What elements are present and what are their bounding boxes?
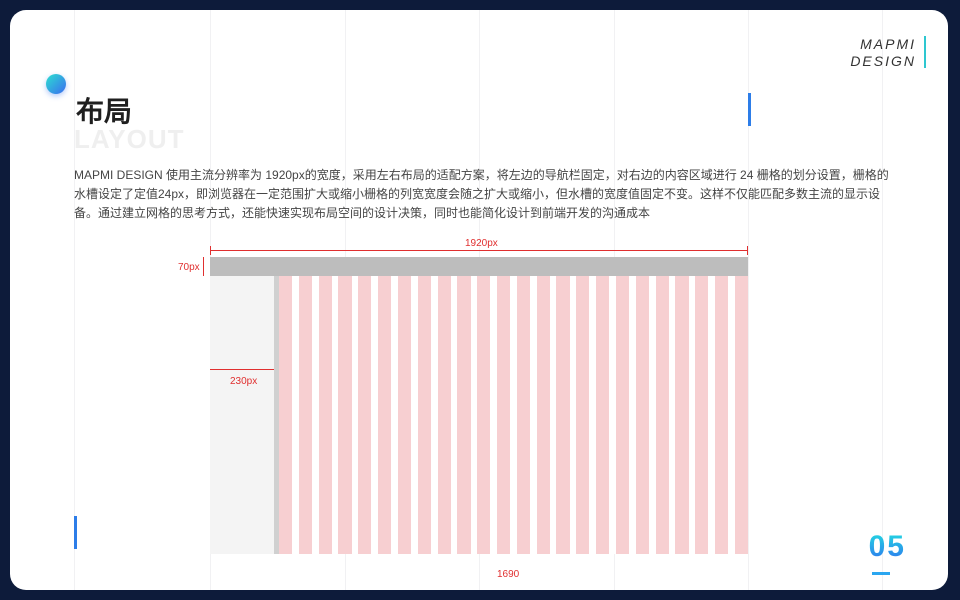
grid-column <box>635 276 649 554</box>
grid-column <box>318 276 332 554</box>
grid-column <box>615 276 630 554</box>
grid-column <box>675 276 689 554</box>
grid-column <box>397 276 412 554</box>
grid-column <box>596 276 610 554</box>
brand-accent-bar <box>924 36 926 68</box>
width-dimension-tick <box>747 246 748 255</box>
brand-line-2: DESIGN <box>850 53 916 69</box>
grid-column <box>477 276 491 554</box>
sidebar-width-label: 230px <box>230 376 258 387</box>
content-grid <box>279 276 748 554</box>
description-text: MAPMI DESIGN 使用主流分辨率为 1920px的宽度，采用左右布局的适… <box>74 168 889 220</box>
guide-line <box>882 10 883 590</box>
grid-column <box>338 276 352 554</box>
header-bar <box>210 257 748 276</box>
grid-column <box>358 276 372 554</box>
grid-column <box>516 276 530 554</box>
brand-logo: MAPMI DESIGN <box>850 36 916 70</box>
guide-line <box>74 10 75 590</box>
page-number-underline <box>872 572 890 575</box>
content-width-label: 1690 <box>497 569 520 580</box>
grid-column <box>714 276 729 554</box>
grid-column <box>298 276 313 554</box>
grid-column <box>536 276 550 554</box>
grid-column <box>695 276 709 554</box>
grid-column <box>734 276 748 554</box>
accent-bar-bottom <box>74 516 77 549</box>
header-height-label: 70px <box>178 262 200 273</box>
grid-column <box>457 276 471 554</box>
slide-frame: MAPMI DESIGN 布局 LAYOUT MAPMI DESIGN 使用主流… <box>10 10 948 590</box>
grid-column <box>496 276 511 554</box>
grid-column <box>378 276 392 554</box>
sidebar-width-line <box>210 369 274 370</box>
header-height-line <box>203 257 204 276</box>
grid-column <box>655 276 669 554</box>
grid-column <box>437 276 451 554</box>
width-dimension-line <box>210 250 748 251</box>
width-dimension-label: 1920px <box>465 238 498 249</box>
grid-column <box>576 276 590 554</box>
brand-line-1: MAPMI <box>860 36 916 52</box>
page-number: 05 <box>868 530 906 563</box>
accent-bar-top <box>748 93 751 126</box>
grid-column <box>417 276 431 554</box>
grid-column <box>279 276 293 554</box>
grid-column <box>556 276 570 554</box>
width-dimension-tick <box>210 246 211 255</box>
page-subtitle: LAYOUT <box>74 124 185 154</box>
sidebar-area <box>210 276 274 554</box>
gradient-dot-icon <box>46 74 66 94</box>
